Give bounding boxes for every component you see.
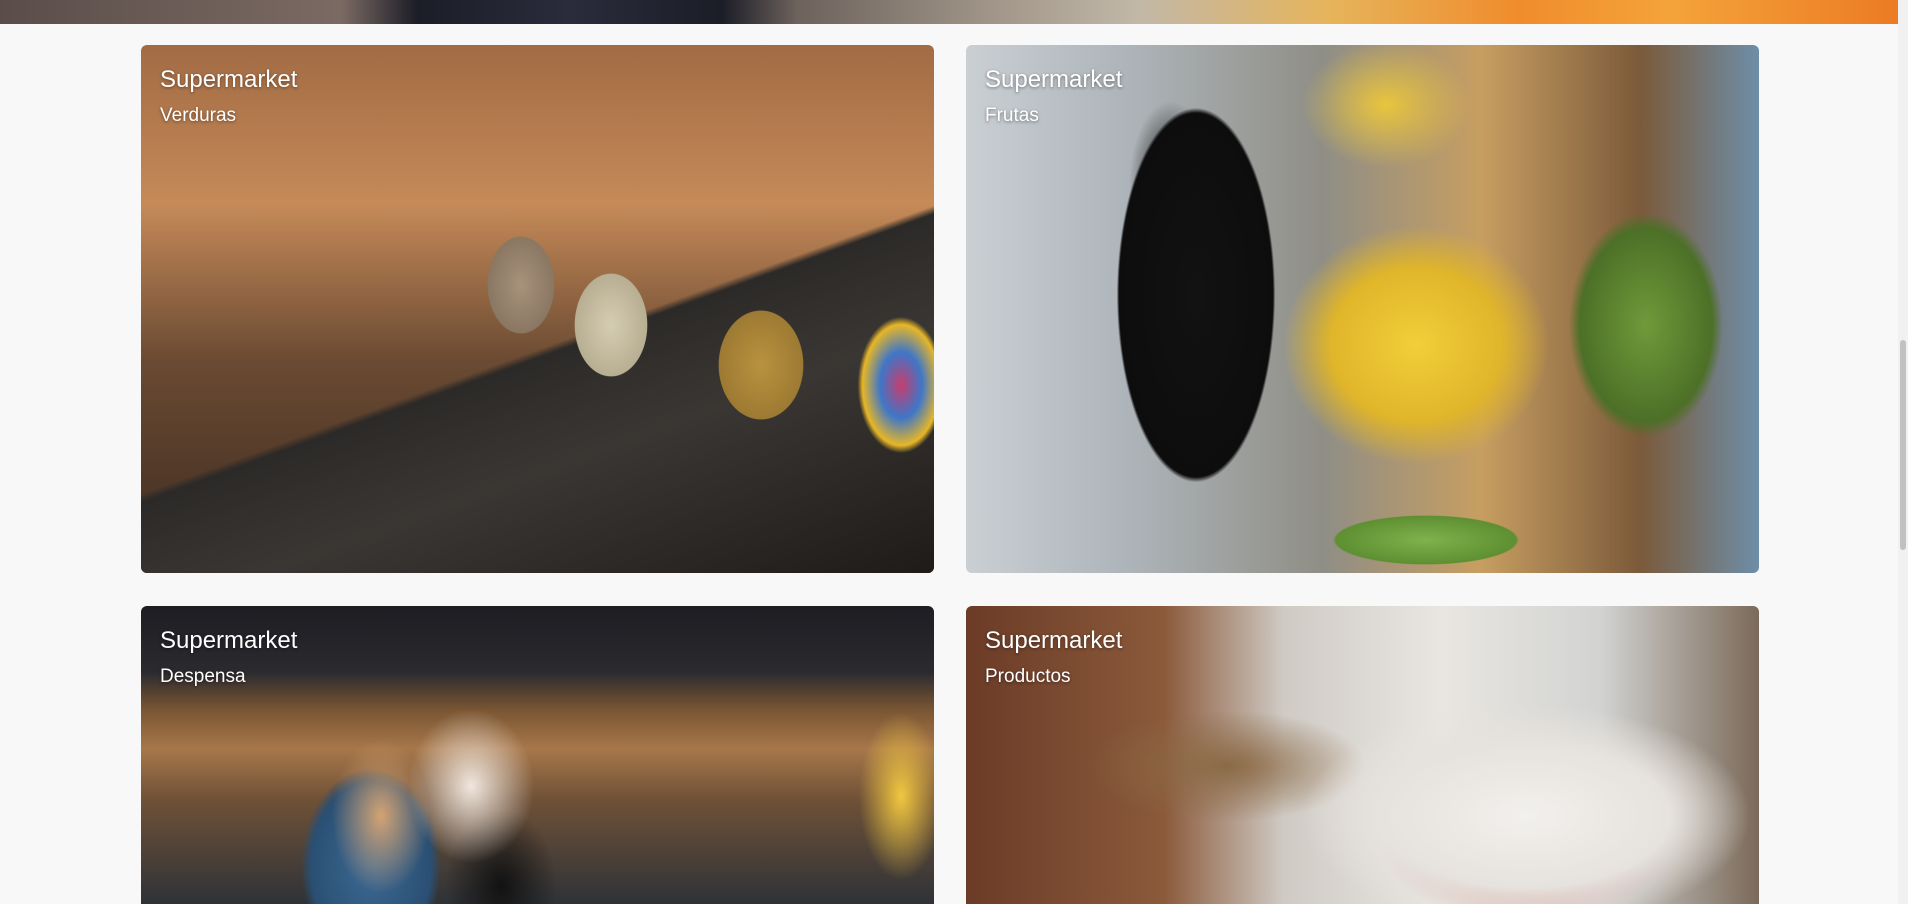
page: Supermarket Verduras Supermarket Frutas … bbox=[0, 0, 1908, 904]
card-subtitle: Productos bbox=[985, 666, 1071, 687]
card-caption: Supermarket Verduras bbox=[160, 65, 297, 129]
hero-image-strip bbox=[0, 0, 1898, 24]
card-caption: Supermarket Despensa bbox=[160, 626, 297, 690]
card-caption: Supermarket Productos bbox=[985, 626, 1122, 690]
card-subtitle: Verduras bbox=[160, 105, 237, 126]
category-card-despensa[interactable]: Supermarket Despensa bbox=[141, 606, 934, 904]
vertical-scrollbar[interactable] bbox=[1898, 0, 1908, 904]
category-card-verduras[interactable]: Supermarket Verduras bbox=[141, 45, 934, 573]
card-subtitle: Despensa bbox=[160, 666, 246, 687]
category-card-frutas[interactable]: Supermarket Frutas bbox=[966, 45, 1759, 573]
scrollbar-thumb[interactable] bbox=[1900, 340, 1906, 550]
card-title: Supermarket bbox=[985, 66, 1123, 93]
card-subtitle: Frutas bbox=[985, 105, 1039, 126]
card-caption: Supermarket Frutas bbox=[985, 65, 1122, 129]
card-title: Supermarket bbox=[160, 66, 298, 93]
category-card-productos[interactable]: Supermarket Productos bbox=[966, 606, 1759, 904]
card-title: Supermarket bbox=[985, 627, 1123, 654]
card-title: Supermarket bbox=[160, 627, 298, 654]
